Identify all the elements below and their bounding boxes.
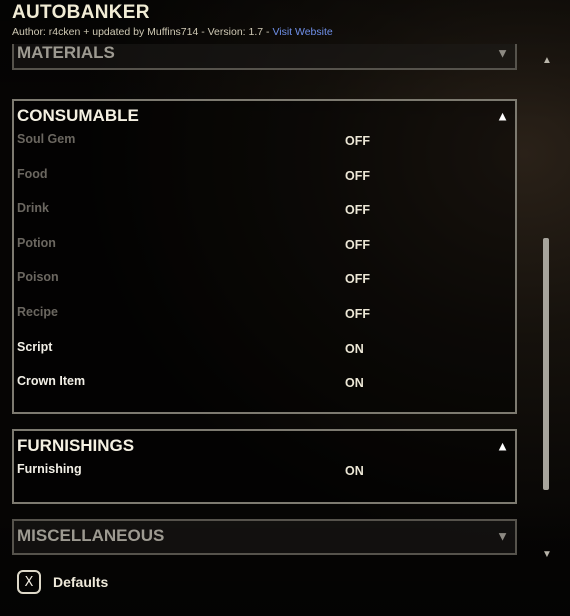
setting-row-soul-gem[interactable]: Soul Gem OFF bbox=[14, 131, 515, 166]
setting-label: Crown Item bbox=[17, 374, 86, 389]
setting-row-recipe[interactable]: Recipe OFF bbox=[14, 304, 515, 339]
setting-label: Food bbox=[17, 166, 48, 181]
settings-list: MATERIALS ▼ CONSUMABLE ▲ Soul Gem OFF Fo… bbox=[0, 44, 530, 564]
setting-label: Potion bbox=[17, 235, 56, 250]
toggle-value[interactable]: OFF bbox=[345, 238, 370, 252]
toggle-value[interactable]: OFF bbox=[345, 203, 370, 217]
expand-arrow-icon[interactable]: ▼ bbox=[496, 46, 509, 61]
setting-row-crown-item[interactable]: Crown Item ON bbox=[14, 373, 515, 408]
setting-row-script[interactable]: Script ON bbox=[14, 339, 515, 374]
setting-row-furnishing[interactable]: Furnishing ON bbox=[14, 461, 515, 496]
scroll-up-arrow-icon[interactable]: ▲ bbox=[542, 55, 552, 66]
toggle-value[interactable]: ON bbox=[345, 464, 364, 478]
scrollbar-thumb[interactable] bbox=[543, 238, 549, 490]
defaults-button[interactable]: X Defaults bbox=[17, 570, 108, 594]
toggle-value[interactable]: OFF bbox=[345, 169, 370, 183]
toggle-value[interactable]: OFF bbox=[345, 272, 370, 286]
setting-label: Soul Gem bbox=[17, 132, 76, 146]
addon-settings-window: AUTOBANKER Author: r4cken + updated by M… bbox=[0, 0, 570, 616]
addon-title: AUTOBANKER bbox=[12, 2, 150, 23]
toggle-value[interactable]: ON bbox=[345, 342, 364, 356]
setting-label: Drink bbox=[17, 201, 49, 216]
setting-row-poison[interactable]: Poison OFF bbox=[14, 269, 515, 304]
collapse-arrow-icon[interactable]: ▲ bbox=[496, 109, 509, 124]
toggle-value[interactable]: OFF bbox=[345, 134, 370, 148]
visit-website-link[interactable]: Visit Website bbox=[272, 26, 332, 38]
section-consumable-header[interactable]: CONSUMABLE ▲ bbox=[14, 101, 515, 131]
scroll-down-arrow-icon[interactable]: ▼ bbox=[542, 549, 552, 560]
setting-row-potion[interactable]: Potion OFF bbox=[14, 235, 515, 270]
expand-arrow-icon[interactable]: ▼ bbox=[496, 529, 509, 544]
section-materials-title: MATERIALS bbox=[17, 44, 115, 62]
setting-label: Script bbox=[17, 339, 53, 354]
toggle-value[interactable]: OFF bbox=[345, 307, 370, 321]
defaults-label: Defaults bbox=[53, 574, 109, 590]
scrollbar[interactable]: ▲ ▼ bbox=[540, 55, 552, 565]
section-miscellaneous-header[interactable]: MISCELLANEOUS ▼ bbox=[14, 521, 515, 551]
setting-label: Furnishing bbox=[17, 462, 82, 476]
author-text: Author: r4cken + updated by Muffins714 -… bbox=[12, 26, 270, 38]
x-key-icon: X bbox=[17, 570, 41, 594]
addon-header: AUTOBANKER Author: r4cken + updated by M… bbox=[12, 2, 333, 39]
setting-row-food[interactable]: Food OFF bbox=[14, 166, 515, 201]
setting-label: Recipe bbox=[17, 304, 58, 319]
setting-row-drink[interactable]: Drink OFF bbox=[14, 200, 515, 235]
section-furnishings-title: FURNISHINGS bbox=[17, 436, 135, 455]
collapse-arrow-icon[interactable]: ▲ bbox=[496, 439, 509, 454]
section-materials-header[interactable]: MATERIALS ▼ bbox=[14, 44, 515, 68]
setting-label: Poison bbox=[17, 270, 59, 285]
section-miscellaneous: MISCELLANEOUS ▼ bbox=[12, 519, 517, 555]
section-furnishings-header[interactable]: FURNISHINGS ▲ bbox=[14, 431, 515, 461]
toggle-value[interactable]: ON bbox=[345, 376, 364, 390]
addon-byline: Author: r4cken + updated by Muffins714 -… bbox=[12, 25, 333, 39]
section-miscellaneous-title: MISCELLANEOUS bbox=[17, 526, 165, 545]
section-consumable: CONSUMABLE ▲ Soul Gem OFF Food OFF Drink… bbox=[12, 99, 517, 414]
section-materials: MATERIALS ▼ bbox=[12, 44, 517, 70]
section-furnishings: FURNISHINGS ▲ Furnishing ON bbox=[12, 429, 517, 504]
section-consumable-title: CONSUMABLE bbox=[17, 106, 139, 125]
